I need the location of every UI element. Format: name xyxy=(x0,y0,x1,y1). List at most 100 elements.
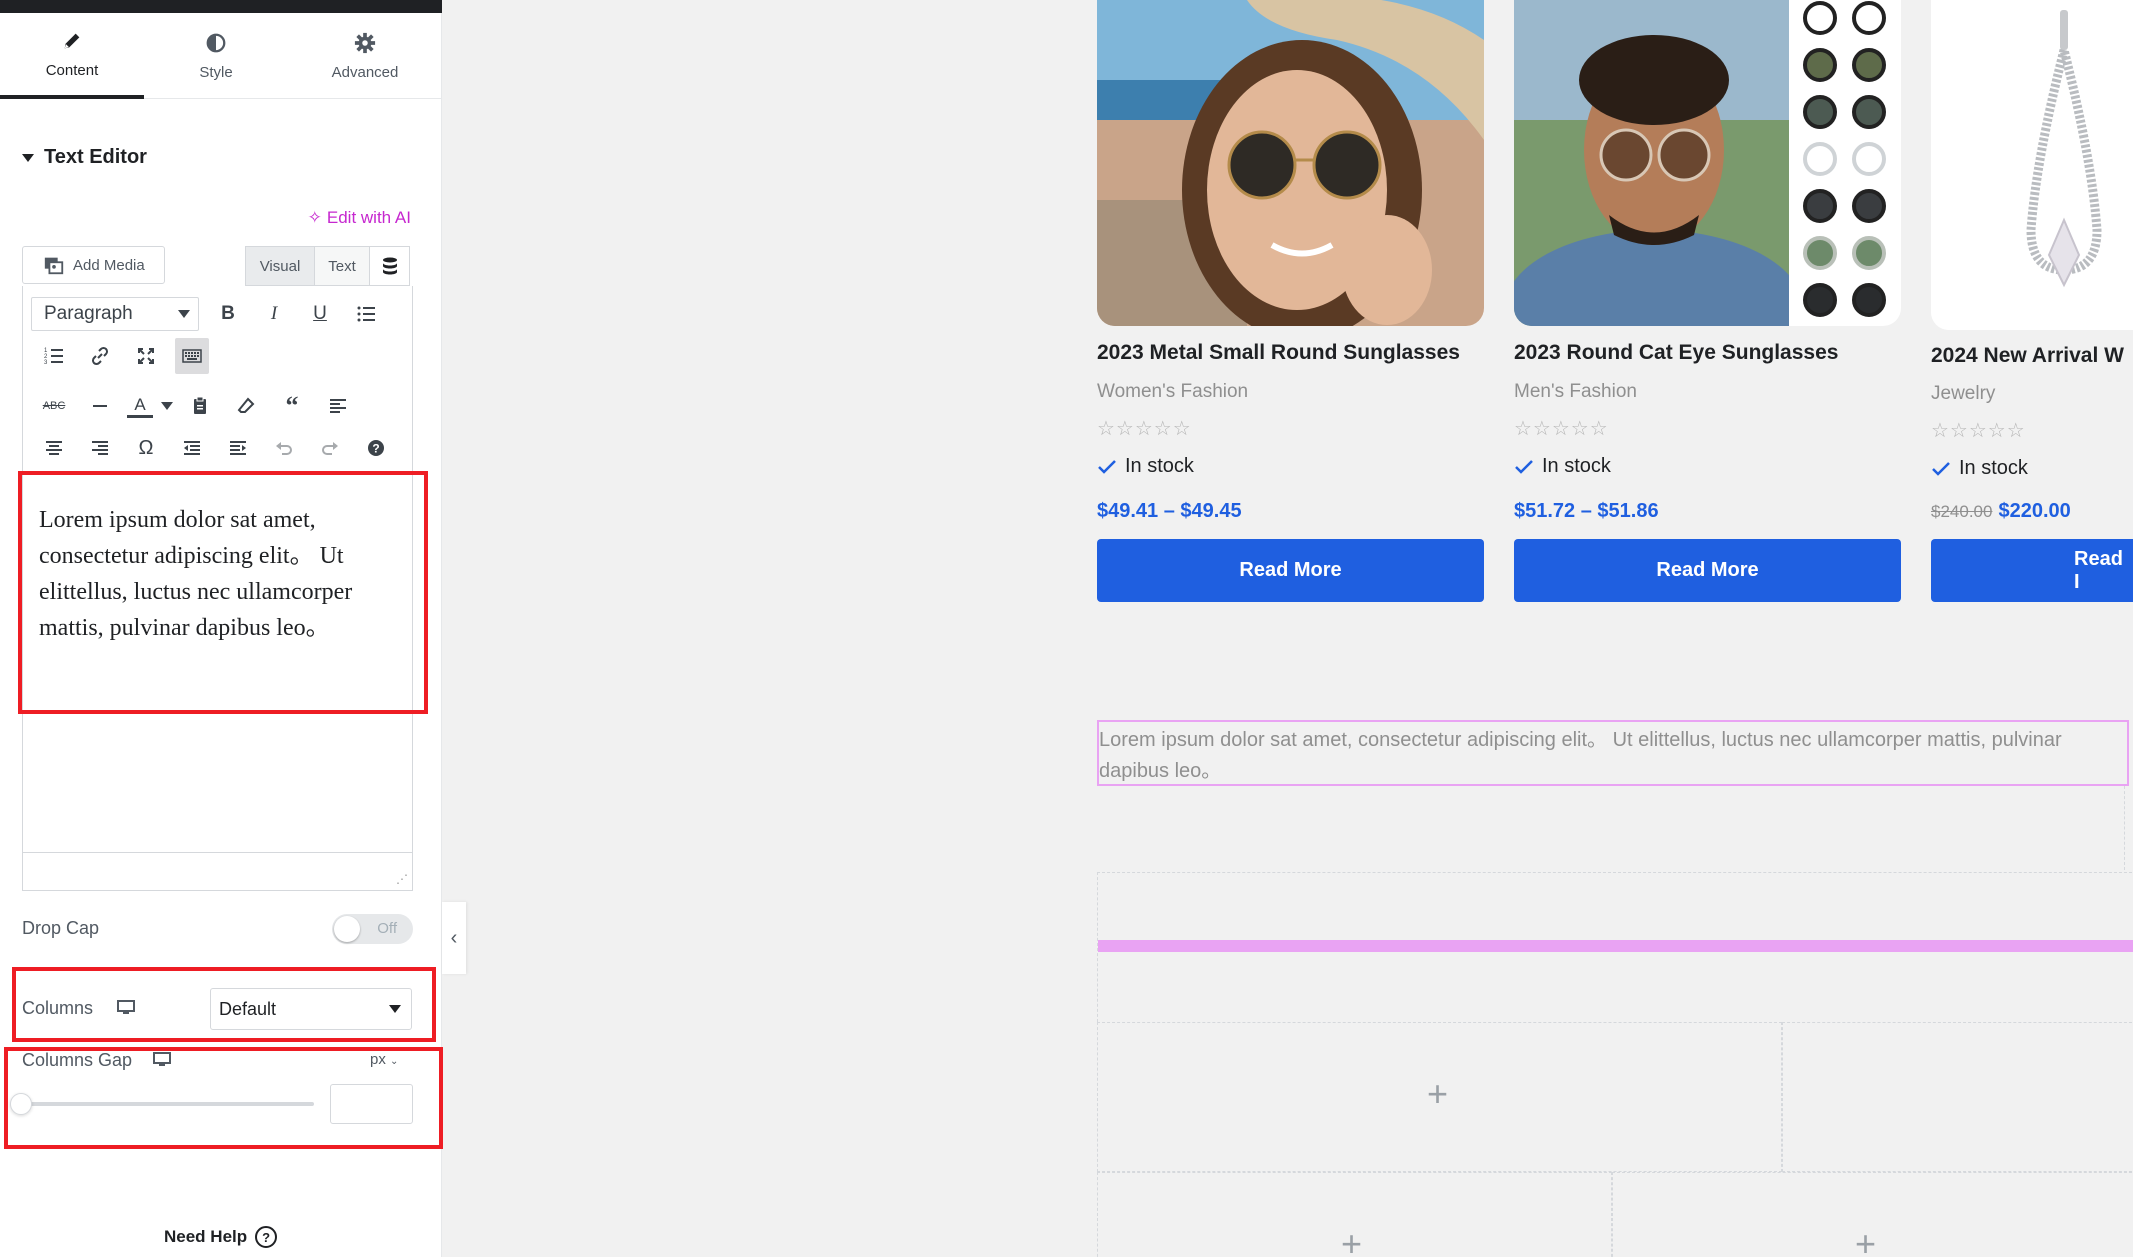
help-icon[interactable]: ? xyxy=(353,430,399,466)
columns-select[interactable]: Default xyxy=(210,988,412,1030)
add-element-plus-icon[interactable]: + xyxy=(1427,1073,1448,1115)
text-color-icon[interactable]: A xyxy=(123,388,157,424)
visual-tab[interactable]: Visual xyxy=(245,246,315,286)
paste-text-icon[interactable] xyxy=(177,388,223,424)
stock-label-2: In stock xyxy=(1542,455,1611,477)
tab-style-label: Style xyxy=(199,63,233,81)
text-color-dropdown-icon[interactable] xyxy=(157,388,177,424)
fullscreen-icon[interactable] xyxy=(123,338,169,374)
product-category-3[interactable]: Jewelry xyxy=(1931,383,1995,405)
add-media-button[interactable]: Add Media xyxy=(22,246,165,284)
toolbar-row-1: Paragraph B I U xyxy=(31,296,389,332)
bold-icon[interactable]: B xyxy=(205,296,251,332)
drop-indicator-bar xyxy=(1098,940,2133,952)
tab-advanced[interactable]: Advanced xyxy=(288,13,442,99)
collapse-panel-button[interactable]: ‹ xyxy=(442,902,466,974)
sparkle-icon: ✧ xyxy=(307,208,322,227)
check-icon xyxy=(1098,459,1116,474)
price-value-2: $51.72 – $51.86 xyxy=(1514,500,1659,522)
chevron-down-icon: ⌄ xyxy=(390,1056,399,1067)
tab-style[interactable]: Style xyxy=(144,13,288,99)
align-right-icon[interactable] xyxy=(77,430,123,466)
price-1: $49.41 – $49.45 xyxy=(1097,500,1242,523)
columns-gap-slider-handle[interactable] xyxy=(10,1093,32,1115)
preview-text-widget[interactable]: Lorem ipsum dolor sat amet, consectetur … xyxy=(1097,720,2129,786)
stock-status-2: In stock xyxy=(1514,455,1611,478)
product-image-1[interactable] xyxy=(1097,0,1484,326)
underline-icon[interactable]: U xyxy=(297,296,343,332)
woman-sunglasses-photo xyxy=(1097,0,1484,326)
read-more-button-1[interactable]: Read More xyxy=(1097,539,1484,602)
columns-select-value: Default xyxy=(219,998,277,1019)
indent-icon[interactable] xyxy=(215,430,261,466)
columns-gap-input[interactable] xyxy=(330,1084,413,1124)
tab-content[interactable]: Content xyxy=(0,13,144,99)
editor-content[interactable]: Lorem ipsum dolor sat amet, consectetur … xyxy=(39,502,414,646)
stock-label-3: In stock xyxy=(1959,457,2028,479)
undo-icon[interactable] xyxy=(261,430,307,466)
gear-icon xyxy=(354,32,376,53)
italic-icon[interactable]: I xyxy=(251,296,297,332)
link-icon[interactable] xyxy=(77,338,123,374)
bullet-list-icon[interactable] xyxy=(343,296,389,332)
product-category-2[interactable]: Men's Fashion xyxy=(1514,381,1637,403)
product-category-1[interactable]: Women's Fashion xyxy=(1097,381,1248,403)
toggle-state-label: Off xyxy=(377,920,397,937)
widget-edge-guide xyxy=(2124,786,2133,870)
text-tab[interactable]: Text xyxy=(315,246,370,286)
dropdown-arrow-icon xyxy=(178,310,190,318)
numbered-list-icon[interactable]: 123 xyxy=(31,338,77,374)
resize-handle-icon[interactable]: ⋰ xyxy=(396,872,408,886)
format-select[interactable]: Paragraph xyxy=(31,297,199,331)
redo-icon[interactable] xyxy=(307,430,353,466)
add-element-plus-icon[interactable]: + xyxy=(1855,1223,1876,1257)
pencil-icon xyxy=(64,33,80,48)
product-title-1[interactable]: 2023 Metal Small Round Sunglasses xyxy=(1097,341,1460,365)
clear-formatting-icon[interactable] xyxy=(223,388,269,424)
caret-down-icon xyxy=(22,153,34,162)
need-help-link[interactable]: Need Help ? xyxy=(164,1226,278,1248)
columns-gap-slider-track[interactable] xyxy=(22,1102,314,1106)
columns-label: Columns xyxy=(22,998,94,1018)
pendant-necklace-photo xyxy=(1931,0,2133,330)
unit-select[interactable]: px ⌄ xyxy=(370,1051,398,1068)
chevron-left-icon: ‹ xyxy=(450,926,458,949)
product-title-3[interactable]: 2024 New Arrival W xyxy=(1931,344,2124,368)
stock-status-1: In stock xyxy=(1097,455,1194,478)
outdent-icon[interactable] xyxy=(169,430,215,466)
read-more-button-2[interactable]: Read More xyxy=(1514,539,1901,602)
text-editor-area[interactable]: Lorem ipsum dolor sat amet, consectetur … xyxy=(22,466,413,891)
old-price-3: $240.00 xyxy=(1931,502,1993,521)
database-icon xyxy=(382,257,397,275)
unit-value: px xyxy=(370,1051,386,1068)
product-image-2[interactable] xyxy=(1514,0,1901,326)
add-element-plus-icon[interactable]: + xyxy=(1341,1223,1362,1257)
blockquote-icon[interactable]: “ xyxy=(269,388,315,424)
add-media-label: Add Media xyxy=(73,256,145,274)
horizontal-line-icon[interactable] xyxy=(77,388,123,424)
keyboard-icon[interactable] xyxy=(175,338,209,374)
edit-with-ai-button[interactable]: ✧ Edit with AI xyxy=(308,208,411,228)
desktop-icon[interactable] xyxy=(117,1000,135,1014)
section-toggle-text-editor[interactable]: Text Editor xyxy=(22,146,147,169)
special-character-icon[interactable]: Ω xyxy=(123,430,169,466)
desktop-icon[interactable] xyxy=(153,1052,171,1066)
product-title-2[interactable]: 2023 Round Cat Eye Sunglasses xyxy=(1514,341,1838,365)
price-value-1: $49.41 – $49.45 xyxy=(1097,500,1242,522)
panel-top-bar xyxy=(0,0,442,13)
empty-column-2[interactable] xyxy=(1782,1022,2133,1172)
half-circle-icon xyxy=(206,33,226,52)
strikethrough-icon[interactable]: ABC xyxy=(31,388,77,424)
align-center-icon[interactable] xyxy=(31,430,77,466)
align-left-icon[interactable] xyxy=(315,388,361,424)
read-more-button-3[interactable]: Read I xyxy=(1931,539,2133,602)
drop-cap-toggle[interactable]: Off xyxy=(332,914,413,944)
price-3: $240.00 $220.00 xyxy=(1931,500,2071,523)
dynamic-tags-button[interactable] xyxy=(370,246,410,286)
editor-footer: ⋰ xyxy=(23,852,412,890)
need-help-label: Need Help xyxy=(164,1227,248,1246)
question-circle-icon: ? xyxy=(255,1226,278,1248)
product-image-3[interactable] xyxy=(1931,0,2133,330)
drop-cap-label: Drop Cap xyxy=(22,918,100,938)
stock-status-3: In stock xyxy=(1931,457,2028,480)
